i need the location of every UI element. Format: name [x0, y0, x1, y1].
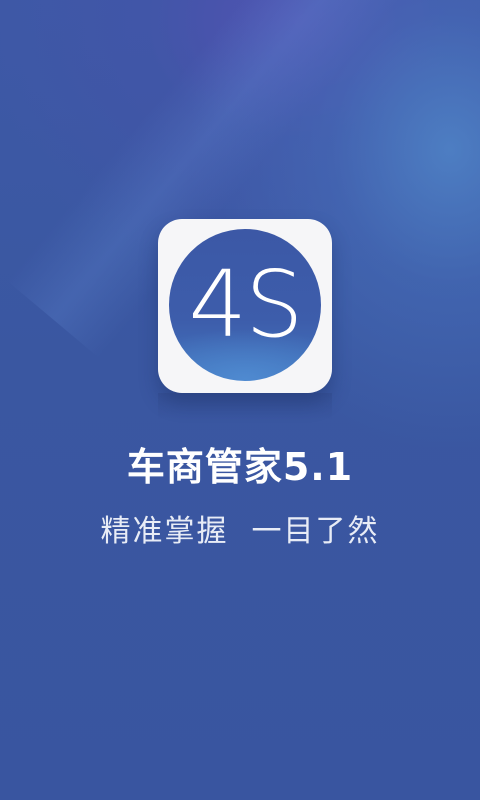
slogan: 精准掌握 一目了然	[100, 514, 380, 549]
app-title: 车商管家5.1	[126, 445, 354, 489]
splash-screen: 4S 车商管家5.1 精准掌握 一目了然	[0, 0, 480, 800]
logo-reflection	[158, 393, 332, 419]
app-logo-tile: 4S	[158, 219, 332, 393]
logo-text: 4S	[188, 251, 304, 358]
4s-logo-icon: 4S	[169, 229, 321, 381]
